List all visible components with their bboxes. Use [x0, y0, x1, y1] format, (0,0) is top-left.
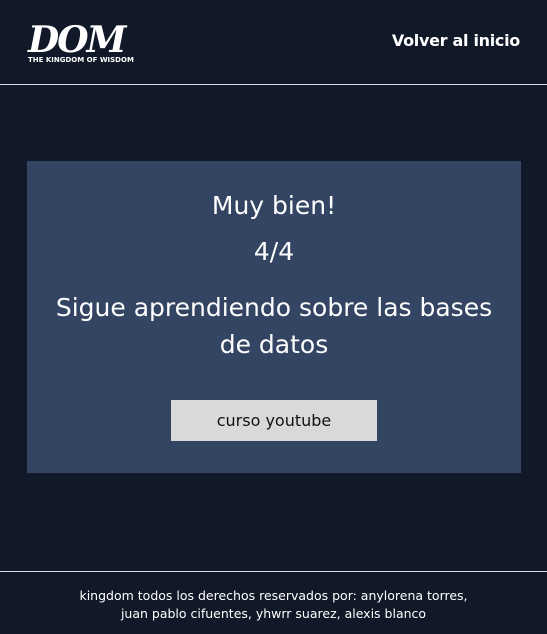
site-header: DOM THE KINGDOM OF WISDOM Volver al inic…	[0, 0, 547, 85]
result-headline: Muy bien!	[211, 191, 337, 220]
youtube-course-button[interactable]: curso youtube	[171, 400, 377, 441]
quiz-score: 4/4	[253, 237, 295, 266]
logo-mark: DOM	[28, 19, 126, 61]
copyright-text: kingdom todos los derechos reservados po…	[20, 587, 527, 623]
dom-logo[interactable]: DOM THE KINGDOM OF WISDOM	[28, 22, 144, 68]
logo-tagline: THE KINGDOM OF WISDOM	[28, 56, 134, 64]
result-card: Muy bien! 4/4 Sigue aprendiendo sobre la…	[27, 161, 521, 473]
site-footer: kingdom todos los derechos reservados po…	[0, 571, 547, 634]
copyright-line-2: juan pablo cifuentes, yhwrr suarez, alex…	[120, 606, 427, 621]
home-link[interactable]: Volver al inicio	[392, 31, 520, 51]
copyright-line-1: kingdom todos los derechos reservados po…	[79, 588, 468, 603]
result-message: Sigue aprendiendo sobre las bases de dat…	[55, 293, 493, 359]
